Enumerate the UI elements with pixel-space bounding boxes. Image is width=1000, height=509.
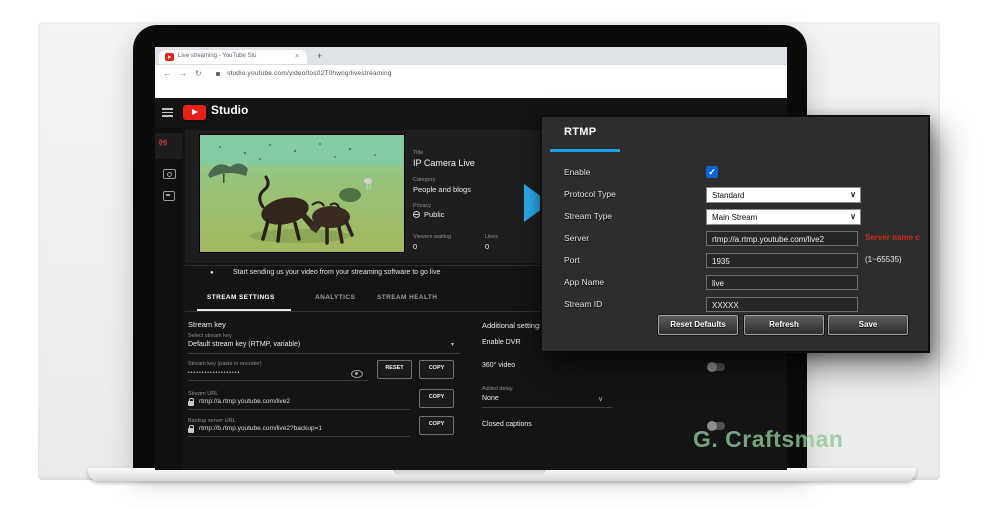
port-label: Port — [564, 255, 580, 265]
field-underline — [188, 409, 410, 410]
protocol-type-select[interactable]: Standard∨ — [706, 187, 861, 203]
viewers-label: Viewers waiting — [413, 234, 451, 240]
watermark: G. Craftsman — [693, 426, 843, 453]
field-underline — [188, 436, 410, 437]
stream-key-heading: Stream key — [188, 320, 226, 329]
rtmp-accent-underline — [550, 149, 620, 152]
new-tab-button[interactable]: + — [317, 51, 322, 61]
stream-key-select[interactable]: Default stream key (RTMP, variable) — [188, 341, 300, 348]
bookmarks-strip — [155, 81, 787, 98]
video-library-icon[interactable] — [163, 191, 175, 201]
app-name-input[interactable]: live — [706, 275, 858, 290]
enable-label: Enable — [564, 167, 590, 177]
back-icon[interactable]: ← — [163, 69, 171, 78]
server-input[interactable]: rtmp://a.rtmp.youtube.com/live2 — [706, 231, 858, 246]
added-delay-select[interactable]: None — [482, 395, 499, 402]
tab-stream-health[interactable]: STREAM HEALTH — [377, 294, 437, 301]
server-hint: Server name c — [865, 233, 920, 242]
copy-key-button[interactable]: COPY — [419, 360, 454, 379]
studio-sidebar: ((•)) — [155, 128, 182, 470]
stream-preview-thumbnail — [200, 135, 404, 252]
stream-url-label: Stream URL — [188, 391, 218, 397]
port-input[interactable]: 1935 — [706, 253, 858, 268]
closed-captions-label: Closed captions — [482, 421, 532, 428]
video-360-label: 360° video — [482, 362, 515, 369]
youtube-logo-icon[interactable] — [183, 105, 206, 120]
refresh-button[interactable]: Refresh — [744, 315, 824, 335]
forward-icon[interactable]: → — [179, 69, 187, 78]
privacy-label: Privacy — [413, 203, 431, 209]
refresh-icon[interactable]: ↻ — [195, 69, 202, 78]
category-label: Category — [413, 177, 435, 183]
lock-icon — [216, 72, 220, 76]
added-delay-label: Added delay — [482, 386, 513, 392]
stream-id-label: Stream ID — [564, 299, 602, 309]
stream-id-input[interactable]: XXXXX — [706, 297, 858, 312]
enable-checkbox[interactable]: ✓ — [706, 166, 718, 178]
likes-label: Likes — [485, 234, 498, 240]
stage: Live streaming - YouTube Stu × + ← → ↻ s… — [0, 0, 1000, 509]
rtmp-dialog-title: RTMP — [564, 126, 596, 138]
rtmp-dialog: RTMP Enable ✓ Protocol Type Standard∨ St… — [540, 115, 930, 353]
reset-defaults-button[interactable]: Reset Defaults — [658, 315, 738, 335]
app-name-label: App Name — [564, 277, 604, 287]
tab-stream-settings[interactable]: STREAM SETTINGS — [207, 294, 275, 301]
server-label: Server — [564, 233, 589, 243]
protocol-type-label: Protocol Type — [564, 189, 616, 199]
stream-url-value: rtmp://a.rtmp.youtube.com/live2 — [199, 398, 290, 405]
reset-key-button[interactable]: RESET — [377, 360, 412, 379]
tab-title: Live streaming - YouTube Stu — [178, 53, 257, 59]
chevron-down-icon[interactable]: ∨ — [598, 395, 603, 403]
reveal-key-eye-icon[interactable] — [351, 370, 363, 378]
menu-icon[interactable] — [162, 108, 173, 117]
privacy-value: Public — [424, 210, 444, 219]
likes-count: 0 — [485, 242, 489, 251]
title-label: Title — [413, 150, 423, 156]
camera-icon[interactable] — [163, 169, 176, 179]
select-stream-key-label: Select stream key — [188, 333, 232, 339]
video-category: People and blogs — [413, 185, 471, 194]
video-title: IP Camera Live — [413, 158, 475, 168]
browser-tab[interactable]: Live streaming - YouTube Stu × — [159, 50, 307, 64]
status-dot-icon: ● — [210, 270, 214, 276]
enable-dvr-label: Enable DVR — [482, 339, 521, 346]
copy-backup-url-button[interactable]: COPY — [419, 416, 454, 435]
stream-notice: Start sending us your video from your st… — [233, 269, 440, 276]
tab-analytics[interactable]: ANALYTICS — [315, 294, 355, 301]
sidebar-active-row — [155, 133, 182, 159]
backup-url-value: rtmp://b.rtmp.youtube.com/live2?backup=1 — [199, 425, 322, 432]
additional-settings-heading: Additional settings — [482, 321, 543, 330]
copy-stream-url-button[interactable]: COPY — [419, 389, 454, 408]
globe-icon — [413, 211, 420, 218]
stream-key-masked-value: ••••••••••••••••••• — [188, 370, 240, 376]
studio-brand: Studio — [211, 103, 248, 117]
browser-nav-bar: ← → ↻ studio.youtube.com/video/tos02T0hw… — [155, 64, 787, 81]
viewers-count: 0 — [413, 242, 417, 251]
lock-icon — [188, 401, 194, 406]
address-bar[interactable]: studio.youtube.com/video/tos02T0hwng/liv… — [227, 70, 392, 77]
browser-tab-bar: Live streaming - YouTube Stu × + — [155, 47, 787, 64]
save-button[interactable]: Save — [828, 315, 908, 335]
caret-down-icon[interactable]: ▾ — [451, 341, 454, 348]
stream-type-label: Stream Type — [564, 211, 612, 221]
tab-close-icon[interactable]: × — [295, 53, 299, 61]
active-tab-underline — [197, 309, 291, 311]
backup-url-label: Backup server URL — [188, 418, 236, 424]
field-underline — [188, 380, 368, 381]
video-360-toggle[interactable] — [708, 363, 725, 371]
field-underline — [188, 353, 460, 354]
stream-type-select[interactable]: Main Stream∨ — [706, 209, 861, 225]
youtube-favicon-icon — [165, 53, 174, 61]
livestream-icon[interactable]: ((•)) — [159, 140, 167, 146]
lock-icon — [188, 428, 194, 433]
port-range-hint: (1~65535) — [865, 255, 902, 264]
field-underline — [482, 407, 612, 408]
stream-key-field-label: Stream key (paste in encoder) — [188, 361, 262, 367]
